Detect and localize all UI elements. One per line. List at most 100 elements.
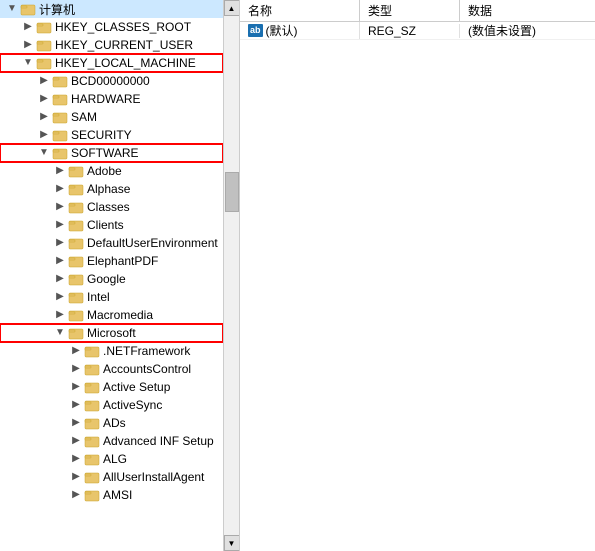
registry-value-type: REG_SZ (360, 24, 460, 38)
expand-icon-sam: ▶ (36, 109, 52, 125)
tree-item-alphase[interactable]: ▶ Alphase (0, 180, 223, 198)
expand-icon-hardware: ▶ (36, 91, 52, 107)
scroll-up-button[interactable]: ▲ (224, 0, 240, 16)
tree-item-sam[interactable]: ▶ SAM (0, 108, 223, 126)
tree-label-alg: ALG (103, 452, 127, 466)
expand-icon-classes: ▶ (52, 199, 68, 215)
folder-icon-elephantpdf (68, 253, 84, 269)
tree-label-classes: Classes (87, 200, 130, 214)
registry-values-content: ab (默认) REG_SZ (数值未设置) (240, 22, 595, 551)
tree-item-clients[interactable]: ▶ Clients (0, 216, 223, 234)
tree-item-activesetup[interactable]: ▶ Active Setup (0, 378, 223, 396)
folder-icon-amsi (84, 487, 100, 503)
registry-values-header: 名称 类型 数据 (240, 0, 595, 22)
tree-item-bcd[interactable]: ▶ BCD00000000 (0, 72, 223, 90)
tree-label-ads: ADs (103, 416, 126, 430)
ab-icon: ab (248, 24, 263, 37)
expand-icon-security: ▶ (36, 127, 52, 143)
folder-icon-hklm (36, 55, 52, 71)
tree-item-hkcr[interactable]: ▶ HKEY_CLASSES_ROOT (0, 18, 223, 36)
folder-icon-netframework (84, 343, 100, 359)
expand-icon-activesync: ▶ (68, 397, 84, 413)
tree-item-security[interactable]: ▶ SECURITY (0, 126, 223, 144)
tree-label-hkcr: HKEY_CLASSES_ROOT (55, 20, 191, 34)
expand-icon-ads: ▶ (68, 415, 84, 431)
folder-icon-advancedinfsetup (84, 433, 100, 449)
tree-label-defaultuserenv: DefaultUserEnvironment (87, 236, 218, 250)
tree-item-alg[interactable]: ▶ ALG (0, 450, 223, 468)
tree-label-netframework: .NETFramework (103, 344, 190, 358)
registry-value-data: (数值未设置) (460, 22, 595, 39)
folder-icon-defaultuserenv (68, 235, 84, 251)
expand-icon-alphase: ▶ (52, 181, 68, 197)
registry-row-default[interactable]: ab (默认) REG_SZ (数值未设置) (240, 22, 595, 40)
tree-item-adobe[interactable]: ▶ Adobe (0, 162, 223, 180)
tree-item-elephantpdf[interactable]: ▶ ElephantPDF (0, 252, 223, 270)
tree-item-advancedinfsetup[interactable]: ▶ Advanced INF Setup (0, 432, 223, 450)
folder-icon-bcd (52, 73, 68, 89)
tree-item-intel[interactable]: ▶ Intel (0, 288, 223, 306)
registry-value-name-label: (默认) (266, 22, 298, 39)
folder-icon-sam (52, 109, 68, 125)
tree-scrollbar[interactable]: ▲ ▼ (223, 0, 239, 551)
tree-label-macromedia: Macromedia (87, 308, 153, 322)
expand-icon-elephantpdf: ▶ (52, 253, 68, 269)
expand-icon-software: ▼ (36, 145, 52, 161)
folder-icon-software (52, 145, 68, 161)
tree-item-software[interactable]: ▼ SOFTWARE (0, 144, 223, 162)
scroll-track[interactable] (224, 16, 239, 535)
expand-icon-computer: ▼ (4, 1, 20, 17)
folder-icon-google (68, 271, 84, 287)
tree-item-hklm[interactable]: ▼ HKEY_LOCAL_MACHINE (0, 54, 223, 72)
tree-label-intel: Intel (87, 290, 110, 304)
expand-icon-advancedinfsetup: ▶ (68, 433, 84, 449)
expand-icon-amsi: ▶ (68, 487, 84, 503)
expand-icon-activesetup: ▶ (68, 379, 84, 395)
folder-icon-intel (68, 289, 84, 305)
expand-icon-netframework: ▶ (68, 343, 84, 359)
tree-item-computer[interactable]: ▼ 计算机 (0, 0, 223, 18)
folder-icon-hkcr (36, 19, 52, 35)
registry-value-name: ab (默认) (240, 22, 360, 39)
tree-item-macromedia[interactable]: ▶ Macromedia (0, 306, 223, 324)
tree-item-ads[interactable]: ▶ ADs (0, 414, 223, 432)
tree-item-hkcu[interactable]: ▶ HKEY_CURRENT_USER (0, 36, 223, 54)
tree-label-clients: Clients (87, 218, 124, 232)
tree-label-hklm: HKEY_LOCAL_MACHINE (55, 56, 196, 70)
expand-icon-defaultuserenv: ▶ (52, 235, 68, 251)
folder-icon-alg (84, 451, 100, 467)
folder-icon-security (52, 127, 68, 143)
tree-label-accountscontrol: AccountsControl (103, 362, 191, 376)
expand-icon-hkcu: ▶ (20, 37, 36, 53)
tree-item-netframework[interactable]: ▶ .NETFramework (0, 342, 223, 360)
registry-tree: ▼ 计算机 ▶ HKEY_CLASSES_ROOT ▶ (0, 0, 223, 551)
tree-label-alphase: Alphase (87, 182, 130, 196)
tree-item-amsi[interactable]: ▶ AMSI (0, 486, 223, 504)
expand-icon-alg: ▶ (68, 451, 84, 467)
folder-icon-microsoft (68, 325, 84, 341)
tree-item-hardware[interactable]: ▶ HARDWARE (0, 90, 223, 108)
tree-label-bcd: BCD00000000 (71, 74, 150, 88)
expand-icon-alluserinstallagent: ▶ (68, 469, 84, 485)
scroll-thumb[interactable] (225, 172, 239, 212)
tree-label-alluserinstallagent: AllUserInstallAgent (103, 470, 204, 484)
column-name-header: 名称 (240, 0, 360, 21)
tree-item-google[interactable]: ▶ Google (0, 270, 223, 288)
column-type-header: 类型 (360, 0, 460, 21)
tree-label-security: SECURITY (71, 128, 132, 142)
tree-label-hardware: HARDWARE (71, 92, 141, 106)
tree-label-activesync: ActiveSync (103, 398, 162, 412)
tree-item-accountscontrol[interactable]: ▶ AccountsControl (0, 360, 223, 378)
tree-item-defaultuserenv[interactable]: ▶ DefaultUserEnvironment (0, 234, 223, 252)
tree-label-sam: SAM (71, 110, 97, 124)
tree-label-computer: 计算机 (39, 1, 75, 18)
scroll-down-button[interactable]: ▼ (224, 535, 240, 551)
tree-item-microsoft[interactable]: ▼ Microsoft (0, 324, 223, 342)
tree-item-alluserinstallagent[interactable]: ▶ AllUserInstallAgent (0, 468, 223, 486)
tree-label-hkcu: HKEY_CURRENT_USER (55, 38, 193, 52)
folder-icon-computer (20, 1, 36, 17)
tree-item-classes[interactable]: ▶ Classes (0, 198, 223, 216)
tree-item-activesync[interactable]: ▶ ActiveSync (0, 396, 223, 414)
folder-icon-hkcu (36, 37, 52, 53)
folder-icon-classes (68, 199, 84, 215)
